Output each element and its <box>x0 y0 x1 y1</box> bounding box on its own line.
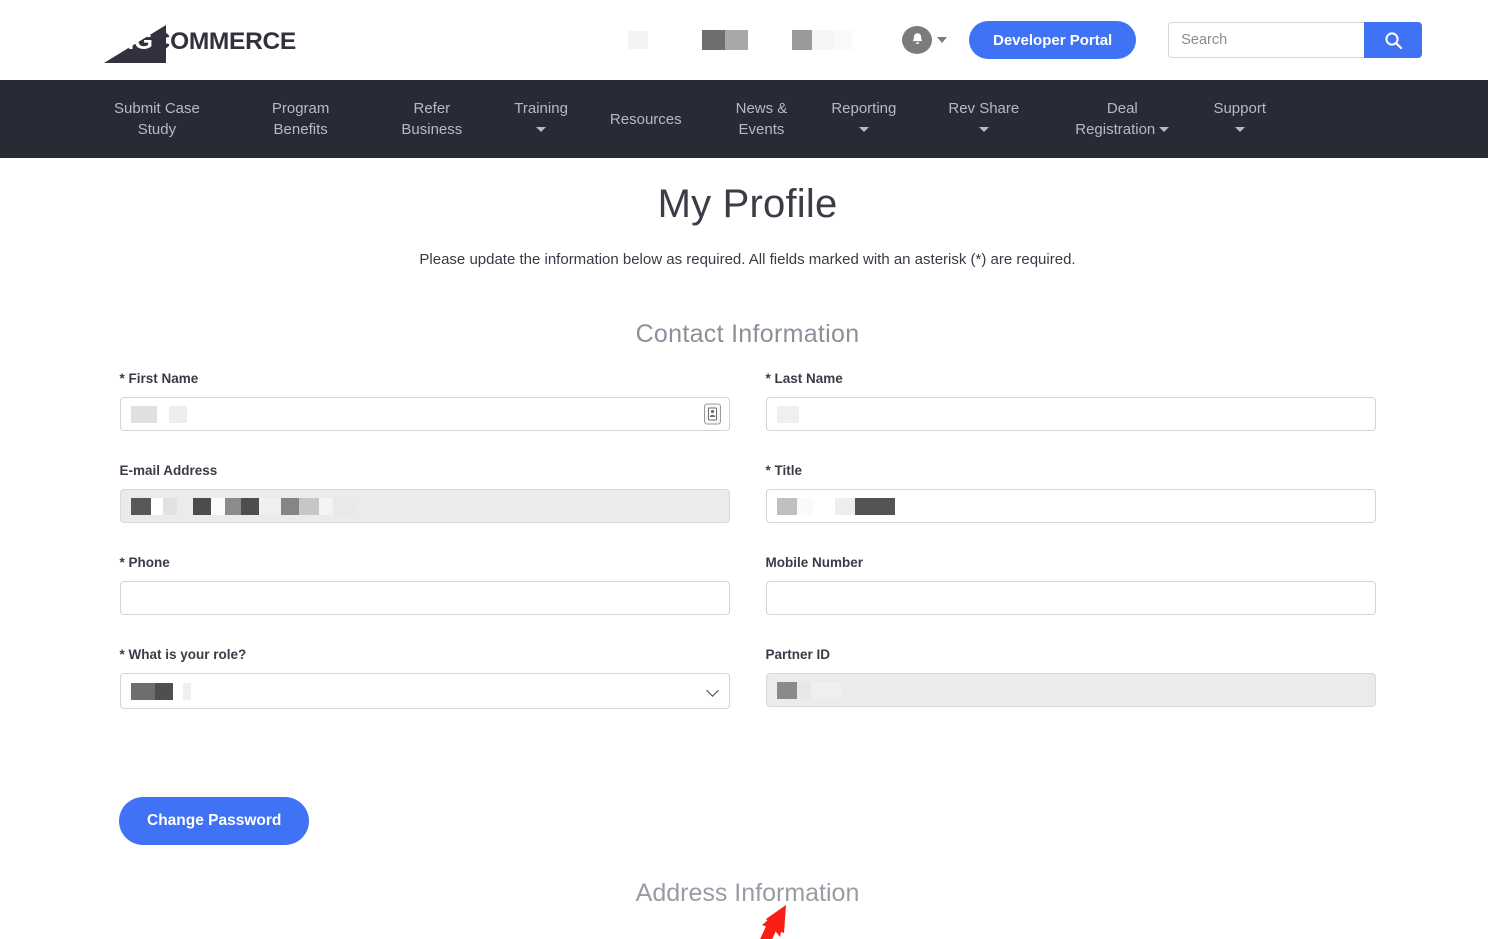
nav-label-line1: Training <box>514 100 568 117</box>
label-title: * Title <box>765 463 803 478</box>
notifications-menu[interactable] <box>902 26 947 54</box>
redacted-value <box>776 497 895 515</box>
nav-label-line2: Registration <box>1075 119 1170 140</box>
nav-caret-row <box>948 119 1019 140</box>
nav-caret-row <box>514 119 568 140</box>
field-phone: * Phone <box>119 555 730 615</box>
main-navigation: Submit Case Study Program Benefits Refer… <box>0 80 1488 158</box>
nav-item-program-benefits[interactable]: Program Benefits <box>262 98 340 140</box>
nav-label-line1: Rev Share <box>948 100 1020 117</box>
mobile-number-input[interactable] <box>765 581 1376 615</box>
page-content: My Profile Please update the information… <box>0 182 1495 939</box>
header-right-group: Developer Portal <box>600 0 1423 80</box>
redacted-header-item-2[interactable] <box>702 30 748 50</box>
nav-item-resources[interactable]: Resources <box>600 109 692 130</box>
nav-label-line1: Deal <box>1106 100 1138 117</box>
logo-text-commerce: COMMERCE <box>152 27 297 55</box>
nav-item-news-events[interactable]: News & Events <box>726 98 798 140</box>
nav-item-submit-case-study[interactable]: Submit Case Study <box>104 98 210 140</box>
field-first-name: * First Name <box>119 371 730 431</box>
top-header: BIGCOMMERCE Developer Portal <box>0 0 1495 80</box>
redacted-header-item-1[interactable] <box>628 31 648 49</box>
search-group <box>1168 22 1423 58</box>
developer-portal-button[interactable]: Developer Portal <box>969 21 1137 59</box>
nav-caret-row <box>831 119 896 140</box>
chevron-down-icon <box>978 126 989 132</box>
nav-item-reporting[interactable]: Reporting <box>821 98 906 140</box>
section-heading-contact-information: Contact Information <box>635 320 860 348</box>
field-last-name: * Last Name <box>765 371 1376 431</box>
search-icon <box>1385 31 1402 49</box>
label-mobile-number: Mobile Number <box>765 555 864 570</box>
page-title: My Profile <box>657 182 838 226</box>
chevron-down-icon <box>1234 126 1245 132</box>
redacted-header-item-3[interactable] <box>792 30 852 50</box>
nav-label-line1: Submit Case <box>114 100 200 117</box>
label-first-name: * First Name <box>119 371 199 386</box>
nav-label-line2: Events <box>738 121 785 138</box>
nav-label-line2: Benefits <box>273 121 328 138</box>
phone-input[interactable] <box>119 581 730 615</box>
contact-card-icon[interactable] <box>703 403 721 425</box>
nav-label-text: Registration <box>1075 121 1156 138</box>
field-role: * What is your role? <box>119 647 730 709</box>
redacted-value <box>776 681 841 699</box>
nav-item-support[interactable]: Support <box>1203 98 1276 140</box>
nav-label-line1: Program <box>271 100 330 117</box>
redacted-value <box>776 405 799 423</box>
page-subtitle: Please update the information below as r… <box>419 251 1076 268</box>
nav-caret-row <box>1213 119 1266 140</box>
nav-item-deal-registration[interactable]: Deal Registration <box>1065 98 1179 140</box>
redacted-value <box>130 405 187 423</box>
role-select[interactable] <box>119 673 730 709</box>
field-mobile-number: Mobile Number <box>765 555 1376 615</box>
nav-label-line2: Study <box>137 121 177 138</box>
search-button[interactable] <box>1364 22 1423 58</box>
nav-item-refer-business[interactable]: Refer Business <box>391 98 472 140</box>
field-partner-id: Partner ID <box>765 647 1376 709</box>
nav-item-rev-share[interactable]: Rev Share <box>938 98 1029 140</box>
redacted-value <box>130 682 191 700</box>
nav-label-line1: Resources <box>609 110 682 128</box>
partner-id-input <box>765 673 1376 707</box>
nav-label-line1: News & <box>735 100 788 117</box>
logo-wordmark: BIGCOMMERCE <box>110 27 297 55</box>
chevron-down-icon <box>1159 126 1170 132</box>
field-email: E-mail Address <box>119 463 730 523</box>
chevron-down-icon <box>937 37 947 43</box>
chevron-down-icon <box>536 126 547 132</box>
label-role: * What is your role? <box>119 647 247 662</box>
change-password-button[interactable]: Change Password <box>119 797 310 845</box>
phone-input-native[interactable] <box>130 582 719 614</box>
email-input <box>119 489 730 523</box>
nav-label-line1: Refer <box>413 100 451 117</box>
first-name-input[interactable] <box>119 397 730 431</box>
title-input[interactable] <box>765 489 1376 523</box>
bigcommerce-logo[interactable]: BIGCOMMERCE <box>104 20 296 63</box>
label-phone: * Phone <box>119 555 170 570</box>
field-title: * Title <box>765 463 1376 523</box>
last-name-input[interactable] <box>765 397 1376 431</box>
mobile-number-input-native[interactable] <box>776 582 1365 614</box>
search-input[interactable] <box>1168 22 1365 58</box>
nav-label-line2: Business <box>401 121 463 138</box>
label-last-name: * Last Name <box>765 371 843 386</box>
nav-item-training[interactable]: Training <box>504 98 578 140</box>
logo-text-big: BIG <box>110 27 153 55</box>
chevron-down-icon <box>705 684 719 697</box>
bell-icon <box>902 26 932 54</box>
section-heading-address-information: Address Information <box>635 879 860 907</box>
nav-label-line1: Support <box>1213 100 1266 117</box>
nav-label-line1: Reporting <box>831 100 897 117</box>
label-email: E-mail Address <box>119 463 218 478</box>
chevron-down-icon <box>858 126 869 132</box>
redacted-value <box>130 497 355 515</box>
label-partner-id: Partner ID <box>765 647 831 662</box>
contact-information-form: * First Name * Last Name E-mail Address … <box>119 371 1376 741</box>
